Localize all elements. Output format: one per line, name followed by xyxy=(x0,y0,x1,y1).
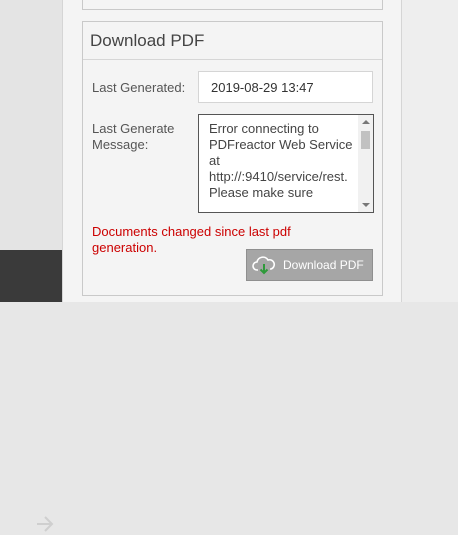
download-pdf-panel: Download PDF Last Generated: 2019-08-29 … xyxy=(82,21,383,296)
cloud-download-icon xyxy=(252,256,275,275)
scroll-up-icon[interactable] xyxy=(362,120,370,124)
message-label-line1: Last Generate xyxy=(92,121,175,136)
scrollbar-thumb[interactable] xyxy=(361,131,370,149)
previous-panel xyxy=(82,0,383,10)
last-generated-label: Last Generated: xyxy=(92,80,186,95)
right-pane xyxy=(402,0,458,302)
arrow-right-icon[interactable] xyxy=(34,513,56,535)
message-text: Error connecting to PDFreactor Web Servi… xyxy=(209,121,357,200)
scroll-down-icon[interactable] xyxy=(362,203,370,207)
last-generated-field[interactable]: 2019-08-29 13:47 xyxy=(198,71,373,103)
last-generate-message-label: Last Generate Message: xyxy=(92,121,174,153)
textarea-scrollbar[interactable] xyxy=(358,115,373,212)
panel-title: Download PDF xyxy=(83,22,382,60)
sidebar-footer[interactable] xyxy=(0,250,62,532)
download-pdf-button[interactable]: Download PDF xyxy=(246,249,373,281)
message-textarea[interactable]: Error connecting to PDFreactor Web Servi… xyxy=(198,114,374,213)
download-pdf-label: Download PDF xyxy=(283,258,364,272)
message-label-line2: Message: xyxy=(92,137,149,152)
